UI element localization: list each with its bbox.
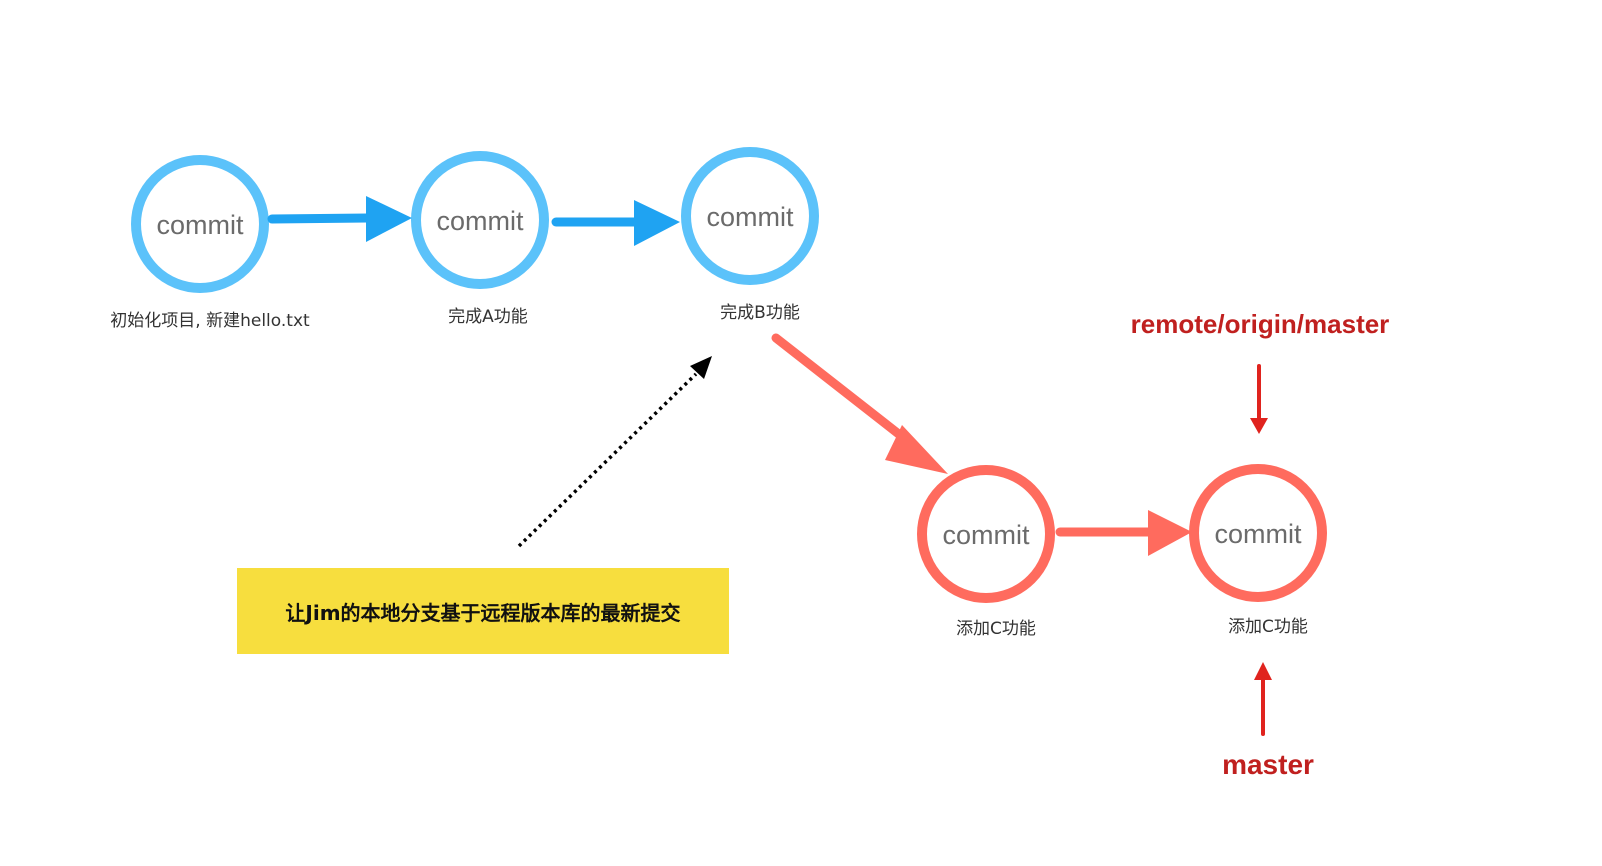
arrow-shaft — [771, 333, 919, 451]
commit-caption: 初始化项目, 新建hello.txt — [110, 311, 310, 331]
remote-master-pointer: remote/origin/master — [1131, 309, 1390, 434]
commit-node-2: commit 完成A功能 — [411, 151, 549, 327]
commit-label: commit — [943, 520, 1030, 550]
local-master-label: master — [1222, 749, 1314, 780]
git-commit-diagram: commit 初始化项目, 新建hello.txt commit 完成A功能 c… — [110, 147, 1390, 780]
pointer-arrow-head — [1250, 418, 1268, 434]
note-box: 让Jim的本地分支基于远程版本库的最新提交 — [237, 568, 729, 654]
remote-master-label: remote/origin/master — [1131, 309, 1390, 339]
arrow-head — [366, 196, 412, 242]
dotted-arrow-to-commit3 — [517, 356, 712, 548]
dotted-arrow-head — [690, 356, 712, 379]
commit-node-5: commit 添加C功能 — [1189, 464, 1327, 637]
commit-caption: 完成A功能 — [448, 307, 528, 327]
commit-label: commit — [157, 210, 244, 240]
commit-label: commit — [707, 202, 794, 232]
arrow-head — [1148, 510, 1192, 556]
arrow-commit2-to-commit3 — [551, 200, 680, 246]
arrow-shaft — [267, 213, 373, 224]
commit-node-1: commit 初始化项目, 新建hello.txt — [110, 155, 310, 331]
commit-label: commit — [437, 206, 524, 236]
dotted-arrow-shaft — [517, 372, 698, 548]
arrow-commit1-to-commit2 — [267, 196, 412, 242]
commit-caption: 添加C功能 — [956, 619, 1036, 639]
commit-label: commit — [1215, 519, 1302, 549]
commit-node-4: commit 添加C功能 — [917, 465, 1055, 639]
commit-node-3: commit 完成B功能 — [681, 147, 819, 323]
arrow-head — [634, 200, 680, 246]
commit-caption: 完成B功能 — [720, 303, 800, 323]
local-master-pointer: master — [1222, 662, 1314, 780]
arrow-commit3-to-commit4 — [771, 333, 948, 474]
note-text: 让Jim的本地分支基于远程版本库的最新提交 — [285, 601, 680, 625]
arrow-commit4-to-commit5 — [1055, 510, 1192, 556]
commit-caption: 添加C功能 — [1228, 617, 1308, 637]
